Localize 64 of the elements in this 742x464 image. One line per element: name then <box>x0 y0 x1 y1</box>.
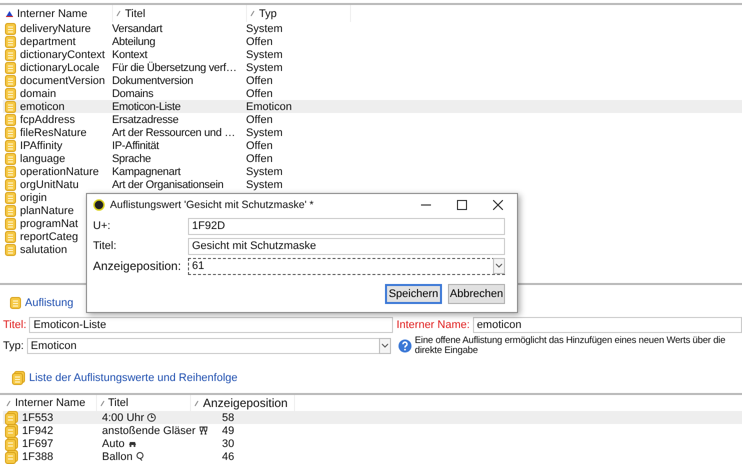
table-cell-text: Art der Ressourcen und … <box>112 126 236 138</box>
table-cell: planNature <box>20 204 74 216</box>
table-cell-text: emoticon <box>20 100 66 112</box>
table-cell-text: Domains <box>112 88 154 100</box>
table-cell-text: operationNature <box>20 166 100 178</box>
table-cell-text: IPAffinity <box>20 140 64 152</box>
table-cell-text: Emoticon <box>246 100 293 112</box>
table-cell-text: 1F388 <box>22 450 54 462</box>
table-cell-text: System <box>246 48 284 60</box>
table-cell-text: Versandart <box>112 22 164 34</box>
table-cell-text: IP-Affinität <box>112 140 160 152</box>
table-cell-text: 1F553 <box>22 412 54 424</box>
field-label: Interner Name: <box>396 318 470 330</box>
table-cell-text: Offen <box>246 88 274 100</box>
table-cell-text: Dokumentversion <box>112 74 194 86</box>
table-cell-text: documentVersion <box>20 74 106 86</box>
table-cell-text: Abteilung <box>112 36 156 48</box>
table-cell-text: Offen <box>246 36 274 48</box>
table-cell-text: System <box>246 166 284 178</box>
table-cell-text: deliveryNature <box>20 22 92 34</box>
table-cell-text: Emoticon-Liste <box>112 100 182 112</box>
table-cell-text: Kontext <box>112 48 148 60</box>
table-cell-text: 46 <box>222 450 236 462</box>
table-cell-text: Offen <box>246 140 274 152</box>
table-cell-text: System <box>246 126 284 138</box>
table-cell-text: System <box>246 62 284 74</box>
table-cell-text: dictionaryContext <box>20 48 106 60</box>
table-cell-text: 1F697 <box>22 438 54 450</box>
table-cell-text: Sprache <box>112 152 152 164</box>
table-cell-text: 30 <box>222 438 236 450</box>
table-cell-text: 58 <box>222 412 236 424</box>
table-cell-text: 1F942 <box>22 424 54 436</box>
table-cell: Ballon <box>102 450 133 462</box>
table-cell-text: language <box>20 152 66 164</box>
table-cell: programNat <box>20 218 78 230</box>
table-cell: 4:00 Uhr <box>102 412 144 424</box>
table-cell-text: fcpAddress <box>20 114 76 126</box>
field-label: Anzeigeposition: <box>93 259 182 273</box>
field-label: Titel: <box>93 240 118 252</box>
table-cell-text: dictionaryLocale <box>20 62 100 74</box>
table-cell-text: Offen <box>246 114 274 126</box>
table-cell-text: System <box>246 178 284 190</box>
table-cell: anstoßende Gläser <box>102 424 196 436</box>
table-cell-text: 49 <box>222 424 236 436</box>
field-label: Typ: <box>3 340 24 352</box>
table-cell-text: department <box>20 36 77 48</box>
table-cell-text: Ersatzadresse <box>112 114 180 126</box>
table-cell-text: System <box>246 22 284 34</box>
table-cell-text: Offen <box>246 74 274 86</box>
table-cell-text: domain <box>20 88 58 100</box>
table-cell: salutation <box>20 244 68 256</box>
field-label: U+: <box>93 220 112 232</box>
table-cell-text: Für die Übersetzung verf… <box>112 62 238 74</box>
table-cell-text: Offen <box>246 152 274 164</box>
table-cell-text: orgUnitNatu <box>20 178 80 190</box>
window-title: Auflistungswert 'Gesicht mit Schutzmaske' * <box>110 199 315 211</box>
table-cell: reportCateg <box>20 230 78 242</box>
table-cell-text: Kampagnenart <box>112 166 182 178</box>
table-cell-text: fileResNature <box>20 126 88 138</box>
table-cell: origin <box>20 192 47 204</box>
table-cell: Auto <box>102 438 125 450</box>
help-text: Eine offene Auflistung ermöglicht das Hinzufügen eines neuen Werts über die direkte Eingabe <box>414 336 726 356</box>
field-label: Titel: <box>3 318 26 330</box>
table-cell-text: Art der Organisationsein <box>112 178 224 190</box>
